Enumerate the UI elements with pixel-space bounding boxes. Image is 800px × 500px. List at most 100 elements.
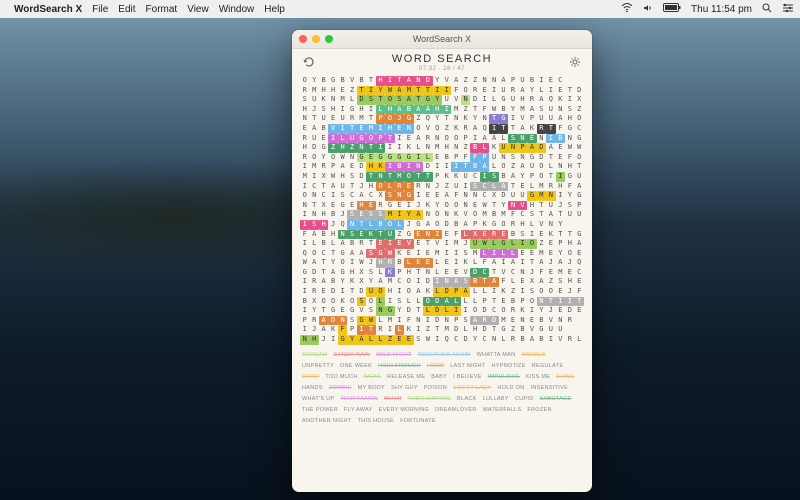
- grid-cell[interactable]: [575, 220, 584, 230]
- grid-cell[interactable]: E: [442, 268, 451, 278]
- grid-cell[interactable]: A: [556, 114, 565, 124]
- grid-cell[interactable]: U: [546, 105, 555, 115]
- word-tag[interactable]: REGULATE: [532, 362, 564, 370]
- grid-cell[interactable]: C: [518, 210, 527, 220]
- word-tag[interactable]: UNPRETTY: [302, 362, 334, 370]
- grid-cell[interactable]: U: [338, 182, 347, 192]
- grid-cell[interactable]: U: [385, 230, 394, 240]
- grid-cell[interactable]: [575, 76, 584, 86]
- grid-cell[interactable]: C: [319, 249, 328, 259]
- grid-cell[interactable]: I: [499, 258, 508, 268]
- grid-cell[interactable]: Y: [433, 114, 442, 124]
- grid-cell[interactable]: P: [347, 325, 356, 335]
- grid-cell[interactable]: E: [395, 335, 404, 345]
- grid-cell[interactable]: J: [414, 201, 423, 211]
- grid-cell[interactable]: W: [366, 316, 375, 326]
- grid-cell[interactable]: I: [347, 258, 356, 268]
- grid-cell[interactable]: V: [537, 220, 546, 230]
- grid-cell[interactable]: T: [395, 76, 404, 86]
- grid-cell[interactable]: E: [451, 268, 460, 278]
- word-tag[interactable]: HYPNOTIZE: [492, 362, 526, 370]
- grid-cell[interactable]: E: [357, 210, 366, 220]
- search-icon[interactable]: [762, 3, 772, 16]
- grid-cell[interactable]: V: [451, 95, 460, 105]
- grid-cell[interactable]: S: [338, 191, 347, 201]
- grid-cell[interactable]: I: [376, 143, 385, 153]
- grid-cell[interactable]: Z: [423, 325, 432, 335]
- grid-cell[interactable]: S: [366, 210, 375, 220]
- grid-cell[interactable]: N: [546, 191, 555, 201]
- grid-cell[interactable]: I: [338, 124, 347, 134]
- settings-button[interactable]: [568, 55, 582, 69]
- grid-cell[interactable]: M: [556, 268, 565, 278]
- grid-cell[interactable]: O: [423, 297, 432, 307]
- grid-cell[interactable]: D: [470, 268, 479, 278]
- grid-cell[interactable]: V: [527, 325, 536, 335]
- grid-cell[interactable]: O: [385, 114, 394, 124]
- grid-cell[interactable]: S: [366, 95, 375, 105]
- grid-cell[interactable]: H: [556, 182, 565, 192]
- grid-cell[interactable]: K: [376, 162, 385, 172]
- grid-cell[interactable]: T: [489, 268, 498, 278]
- grid-cell[interactable]: P: [376, 134, 385, 144]
- grid-cell[interactable]: D: [575, 86, 584, 96]
- grid-cell[interactable]: A: [319, 316, 328, 326]
- grid-cell[interactable]: T: [489, 297, 498, 307]
- grid-cell[interactable]: O: [527, 297, 536, 307]
- grid-cell[interactable]: C: [347, 191, 356, 201]
- grid-cell[interactable]: E: [404, 335, 413, 345]
- grid-cell[interactable]: L: [489, 182, 498, 192]
- grid-cell[interactable]: V: [461, 210, 470, 220]
- grid-cell[interactable]: X: [489, 191, 498, 201]
- grid-cell[interactable]: E: [433, 153, 442, 163]
- grid-cell[interactable]: N: [300, 114, 309, 124]
- grid-cell[interactable]: T: [556, 210, 565, 220]
- grid-cell[interactable]: X: [319, 201, 328, 211]
- grid-cell[interactable]: K: [423, 201, 432, 211]
- grid-cell[interactable]: I: [433, 277, 442, 287]
- grid-cell[interactable]: K: [451, 124, 460, 134]
- grid-cell[interactable]: Y: [376, 86, 385, 96]
- grid-cell[interactable]: H: [565, 162, 574, 172]
- grid-cell[interactable]: U: [518, 191, 527, 201]
- grid-cell[interactable]: R: [385, 258, 394, 268]
- grid-cell[interactable]: I: [442, 162, 451, 172]
- grid-cell[interactable]: G: [385, 201, 394, 211]
- grid-cell[interactable]: E: [300, 124, 309, 134]
- word-tag[interactable]: BLACK: [457, 395, 477, 403]
- grid-cell[interactable]: K: [442, 172, 451, 182]
- grid-cell[interactable]: Y: [470, 335, 479, 345]
- grid-cell[interactable]: C: [480, 268, 489, 278]
- grid-cell[interactable]: U: [518, 76, 527, 86]
- word-tag[interactable]: CUPID: [515, 395, 534, 403]
- grid-cell[interactable]: A: [404, 76, 413, 86]
- grid-cell[interactable]: A: [518, 162, 527, 172]
- grid-cell[interactable]: L: [376, 297, 385, 307]
- grid-cell[interactable]: A: [527, 143, 536, 153]
- grid-cell[interactable]: D: [357, 95, 366, 105]
- grid-cell[interactable]: A: [499, 182, 508, 192]
- grid-cell[interactable]: S: [565, 201, 574, 211]
- grid-cell[interactable]: P: [395, 268, 404, 278]
- grid-cell[interactable]: R: [347, 114, 356, 124]
- grid-cell[interactable]: T: [537, 201, 546, 211]
- grid-cell[interactable]: T: [423, 86, 432, 96]
- grid-cell[interactable]: F: [565, 153, 574, 163]
- grid-cell[interactable]: F: [451, 191, 460, 201]
- grid-cell[interactable]: O: [376, 287, 385, 297]
- grid-cell[interactable]: Y: [433, 95, 442, 105]
- grid-cell[interactable]: L: [546, 162, 555, 172]
- grid-cell[interactable]: K: [404, 143, 413, 153]
- grid-cell[interactable]: G: [395, 153, 404, 163]
- grid-cell[interactable]: Z: [414, 114, 423, 124]
- grid-cell[interactable]: J: [565, 287, 574, 297]
- grid-cell[interactable]: J: [328, 220, 337, 230]
- grid-cell[interactable]: V: [546, 316, 555, 326]
- grid-cell[interactable]: J: [404, 220, 413, 230]
- grid-cell[interactable]: Z: [508, 287, 517, 297]
- grid-cell[interactable]: Z: [395, 230, 404, 240]
- grid-cell[interactable]: U: [470, 239, 479, 249]
- grid-cell[interactable]: V: [433, 239, 442, 249]
- grid-cell[interactable]: I: [300, 277, 309, 287]
- grid-cell[interactable]: C: [366, 191, 375, 201]
